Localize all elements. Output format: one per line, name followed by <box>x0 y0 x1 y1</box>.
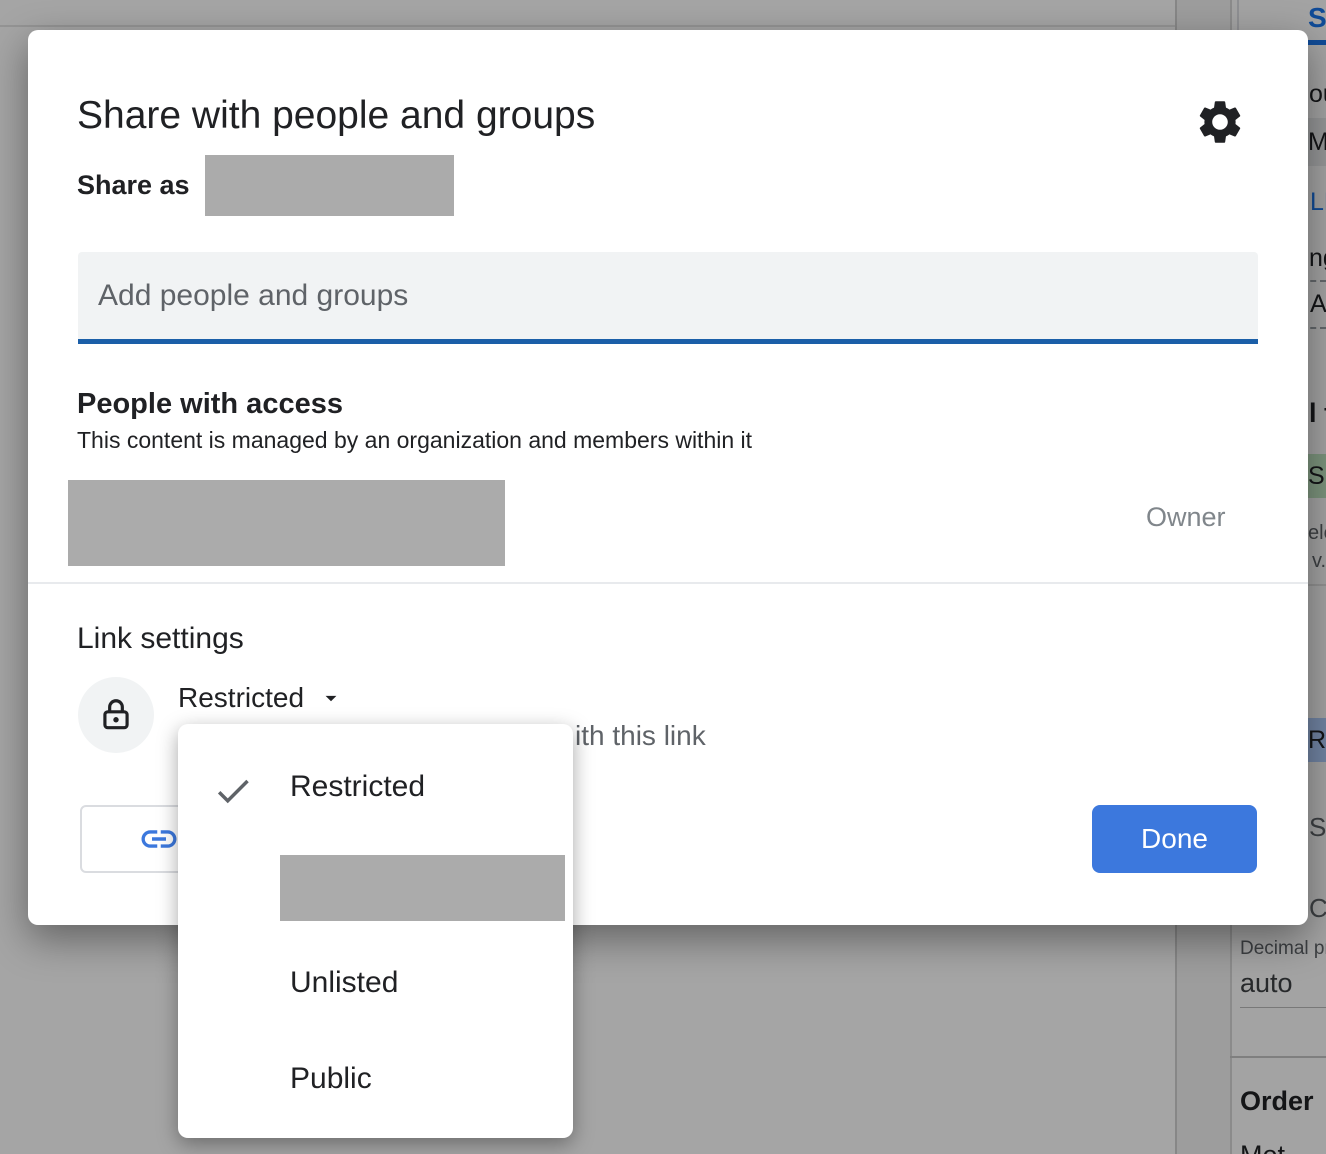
link-icon <box>138 818 180 860</box>
menu-option-restricted[interactable]: Restricted <box>178 756 573 822</box>
share-as-label: Share as <box>77 170 190 201</box>
dialog-divider <box>28 582 1308 584</box>
link-access-avatar <box>78 677 154 753</box>
lock-icon <box>97 696 135 734</box>
link-hint-text-fragment: ith this link <box>575 720 706 752</box>
link-settings-heading: Link settings <box>77 622 244 656</box>
share-settings-button[interactable] <box>1194 96 1246 148</box>
owner-row-redacted <box>68 480 505 566</box>
link-access-menu: Restricted Unlisted Public <box>178 724 573 1138</box>
redacted-option-value <box>280 855 565 921</box>
screen: S ou My LE ng Ac l f Su ele v. Re Sh Co … <box>0 0 1326 1154</box>
owner-role-label: Owner <box>1146 502 1226 533</box>
check-icon <box>212 770 254 812</box>
menu-option-label: Restricted <box>290 770 425 804</box>
share-as-redacted-value[interactable] <box>205 155 454 216</box>
link-access-value: Restricted <box>178 682 304 714</box>
org-managed-note: This content is managed by an organizati… <box>77 427 752 454</box>
done-button[interactable]: Done <box>1092 805 1257 873</box>
link-access-dropdown[interactable]: Restricted <box>178 682 344 714</box>
gear-icon <box>1194 96 1246 148</box>
add-people-input[interactable] <box>78 252 1258 344</box>
menu-option-label: Public <box>290 1062 372 1096</box>
dialog-title: Share with people and groups <box>77 94 595 138</box>
chevron-down-icon <box>318 685 344 711</box>
menu-option-redacted[interactable] <box>178 855 573 921</box>
menu-option-label: Unlisted <box>290 966 398 1000</box>
menu-option-unlisted[interactable]: Unlisted <box>178 952 573 1018</box>
people-with-access-heading: People with access <box>77 388 343 421</box>
menu-option-public[interactable]: Public <box>178 1048 573 1114</box>
